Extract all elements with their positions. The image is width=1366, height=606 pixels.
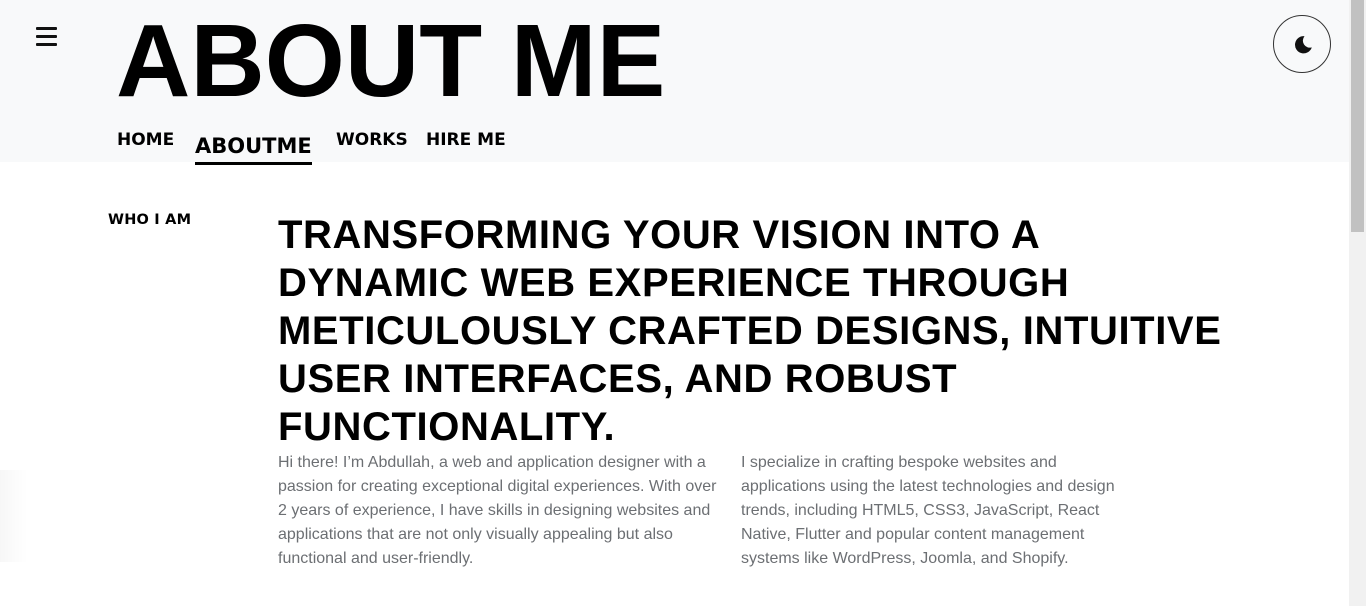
hamburger-menu-icon[interactable] [36,27,58,47]
side-shadow [0,470,28,562]
page: ABOUT ME HOME ABOUTME WORKS HIRE ME WHO … [0,0,1366,606]
nav-item-hire-me[interactable]: HIRE ME [426,126,506,154]
skills-paragraph: I specialize in crafting bespoke website… [741,454,1115,567]
page-title: ABOUT ME [116,3,666,118]
section-label: WHO I AM [108,212,192,228]
site-header: ABOUT ME HOME ABOUTME WORKS HIRE ME [0,0,1349,165]
nav-item-home[interactable]: HOME [117,126,174,154]
nav-item-aboutme[interactable]: ABOUTME [195,130,312,165]
headline: TRANSFORMING YOUR VISION INTO A DYNAMIC … [278,213,1222,449]
scrollbar-thumb[interactable] [1351,0,1364,232]
theme-toggle-button[interactable] [1273,15,1331,73]
scrollbar[interactable] [1349,0,1366,606]
intro-paragraph: Hi there! I’m Abdullah, a web and applic… [278,454,717,567]
nav-item-works[interactable]: WORKS [336,126,408,154]
moon-icon [1295,36,1312,54]
